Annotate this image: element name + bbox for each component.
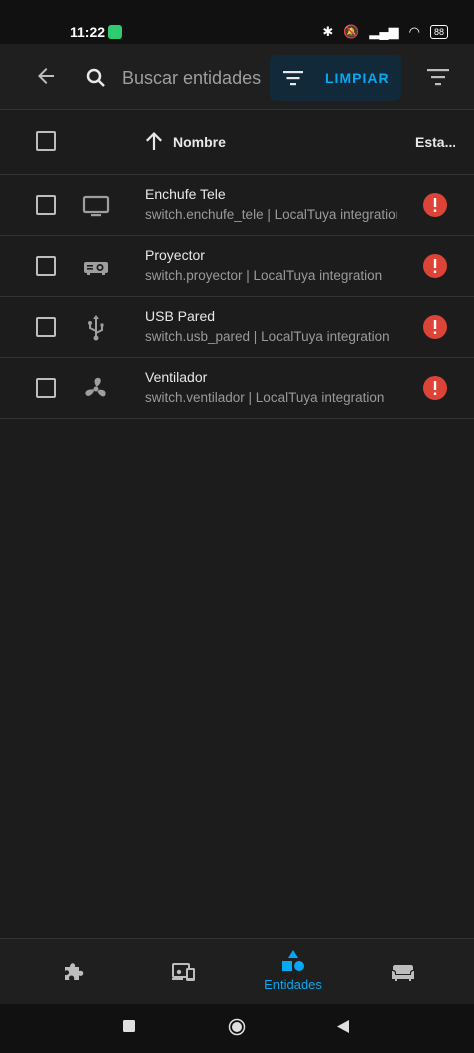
devices-icon <box>172 963 195 981</box>
projector-icon <box>84 262 108 275</box>
entity-id: switch.enchufe_tele | LocalTuya integrat… <box>145 207 397 222</box>
usb-icon <box>88 315 104 341</box>
nav-devices[interactable] <box>125 939 243 1005</box>
back-arrow-icon[interactable] <box>34 64 58 88</box>
call-indicator-icon <box>108 25 122 39</box>
recents-icon[interactable] <box>123 1020 135 1032</box>
search-input[interactable] <box>120 62 268 94</box>
status-icons: ✱ 🔕 ▂▄▆ ◠ 88 <box>322 24 448 40</box>
status-time: 11:22 <box>70 24 106 40</box>
television-icon <box>82 195 110 217</box>
wifi-icon: ◠ <box>408 24 420 39</box>
row-checkbox[interactable] <box>36 195 56 215</box>
table-row[interactable]: Ventilador switch.ventilador | LocalTuya… <box>0 358 474 419</box>
puzzle-icon <box>65 963 84 980</box>
bottom-navigation: Entidades <box>0 938 474 1005</box>
system-navigation-bar <box>0 1004 474 1053</box>
nav-entities-label: Entidades <box>264 977 322 992</box>
filter-menu-icon[interactable] <box>426 66 450 88</box>
search-icon <box>86 68 105 87</box>
signal-icon: ▂▄▆ <box>369 24 399 39</box>
battery-icon: 88 <box>429 25 448 39</box>
sort-ascending-icon[interactable] <box>144 130 164 152</box>
entity-id: switch.ventilador | LocalTuya integratio… <box>145 390 385 405</box>
table-row[interactable]: USB Pared switch.usb_pared | LocalTuya i… <box>0 297 474 358</box>
select-all-checkbox[interactable] <box>36 131 56 151</box>
table-header: Nombre Esta... <box>0 109 474 175</box>
muted-bell-icon: 🔕 <box>343 24 360 39</box>
alert-circle-icon <box>423 315 447 339</box>
column-header-status[interactable]: Esta... <box>415 134 455 150</box>
alert-circle-icon <box>423 376 447 400</box>
alert-circle-icon <box>423 254 447 278</box>
entity-name: USB Pared <box>145 308 216 324</box>
row-checkbox[interactable] <box>36 317 56 337</box>
status-bar: 11:22 ✱ 🔕 ▂▄▆ ◠ 88 <box>0 0 474 44</box>
entity-name: Proyector <box>145 247 205 263</box>
entity-name: Enchufe Tele <box>145 186 226 202</box>
table-row[interactable]: Proyector switch.proyector | LocalTuya i… <box>0 236 474 297</box>
alert-circle-icon <box>423 193 447 217</box>
row-checkbox[interactable] <box>36 378 56 398</box>
bluetooth-icon: ✱ <box>322 24 334 39</box>
home-icon[interactable] <box>228 1018 246 1036</box>
shapes-icon <box>282 950 304 971</box>
nav-areas[interactable] <box>344 939 462 1005</box>
nav-entities[interactable]: Entidades <box>234 939 352 1005</box>
filter-icon <box>283 71 303 86</box>
clear-label: LIMPIAR <box>325 70 390 86</box>
column-header-name[interactable]: Nombre <box>173 134 226 150</box>
nav-integrations[interactable] <box>15 939 133 1005</box>
entity-id: switch.usb_pared | LocalTuya integration <box>145 329 390 344</box>
clear-filter-button[interactable]: LIMPIAR <box>270 55 401 101</box>
entity-id: switch.proyector | LocalTuya integration <box>145 268 383 283</box>
entity-name: Ventilador <box>145 369 208 385</box>
search-toolbar: LIMPIAR <box>0 44 474 110</box>
fan-icon <box>85 377 106 397</box>
sofa-icon <box>392 965 414 981</box>
row-checkbox[interactable] <box>36 256 56 276</box>
table-row[interactable]: Enchufe Tele switch.enchufe_tele | Local… <box>0 175 474 236</box>
back-triangle-icon[interactable] <box>337 1020 349 1033</box>
